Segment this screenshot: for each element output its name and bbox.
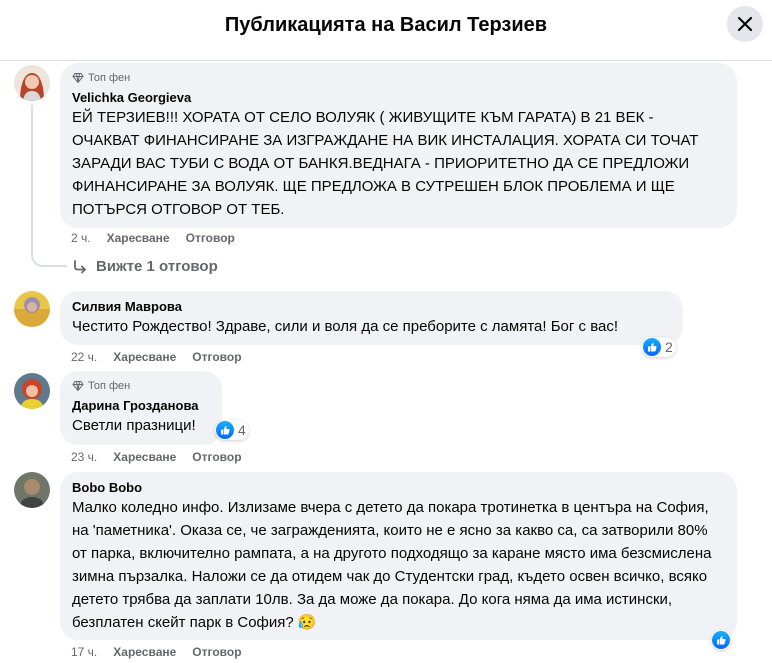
- view-replies-link[interactable]: Вижте 1 отговор: [72, 258, 218, 275]
- like-reaction-icon: [643, 338, 661, 356]
- like-button[interactable]: Харесване: [113, 350, 176, 364]
- comment-author[interactable]: Дарина Грозданова: [72, 397, 210, 414]
- top-fan-badge: Топ фен: [72, 70, 725, 85]
- reaction-count[interactable]: 4: [215, 420, 249, 440]
- avatar[interactable]: [14, 373, 50, 409]
- like-button[interactable]: Харесване: [107, 231, 170, 245]
- avatar[interactable]: [14, 65, 50, 101]
- like-button[interactable]: Харесване: [113, 450, 176, 464]
- like-button[interactable]: Харесване: [113, 645, 176, 659]
- comment-bubble: Силвия Маврова Честито Рождество! Здраве…: [60, 291, 683, 345]
- diamond-icon: [72, 72, 84, 83]
- reply-button[interactable]: Отговор: [192, 450, 241, 464]
- post-title: Публикацията на Васил Терзиев: [224, 14, 548, 36]
- comment-time[interactable]: 17 ч.: [71, 645, 97, 659]
- comment-bubble: Топ фен Velichka Georgieva ЕЙ ТЕРЗИЕВ!!!…: [60, 63, 737, 228]
- like-reaction-icon: [712, 631, 730, 649]
- reaction-count[interactable]: [711, 630, 731, 650]
- comment-text: Малко коледно инфо. Излизаме вчера с дет…: [72, 499, 712, 631]
- comment-author[interactable]: Velichka Georgieva: [72, 89, 725, 106]
- reply-arrow-icon: [74, 259, 86, 273]
- reply-button[interactable]: Отговор: [192, 350, 241, 364]
- close-button[interactable]: [727, 6, 763, 42]
- comment-text: Светли празници!: [72, 417, 196, 434]
- comment-time[interactable]: 22 ч.: [71, 350, 97, 364]
- comment-text: Честито Рождество! Здраве, сили и воля д…: [72, 318, 619, 335]
- comment-actions: 17 ч. Харесване Отговор: [71, 645, 242, 659]
- comment-actions: 22 ч. Харесване Отговор: [71, 350, 242, 364]
- reaction-count[interactable]: 2: [642, 337, 676, 357]
- avatar[interactable]: [14, 291, 50, 327]
- reply-button[interactable]: Отговор: [186, 231, 235, 245]
- comment-bubble: Топ фен Дарина Грозданова Светли празниц…: [60, 371, 222, 445]
- diamond-icon: [72, 380, 84, 391]
- comment-author[interactable]: Bobo Bobo: [72, 479, 725, 496]
- sad-emoji-icon: 😥: [297, 614, 317, 631]
- comment-actions: 23 ч. Харесване Отговор: [71, 450, 242, 464]
- avatar[interactable]: [14, 472, 50, 508]
- comment-time[interactable]: 2 ч.: [71, 231, 91, 245]
- comment-time[interactable]: 23 ч.: [71, 450, 97, 464]
- top-fan-badge: Топ фен: [72, 378, 210, 393]
- close-icon: [737, 16, 753, 32]
- dialog-header: Публикацията на Васил Терзиев: [0, 0, 772, 61]
- comment-actions: 2 ч. Харесване Отговор: [71, 231, 235, 245]
- comment-bubble: Bobo Bobo Малко коледно инфо. Излизаме в…: [60, 472, 737, 640]
- like-reaction-icon: [216, 421, 234, 439]
- comment-author[interactable]: Силвия Маврова: [72, 298, 671, 315]
- reply-button[interactable]: Отговор: [192, 645, 241, 659]
- comment-text: ЕЙ ТЕРЗИЕВ!!! ХОРАТА ОТ СЕЛО ВОЛУЯК ( ЖИ…: [72, 109, 699, 218]
